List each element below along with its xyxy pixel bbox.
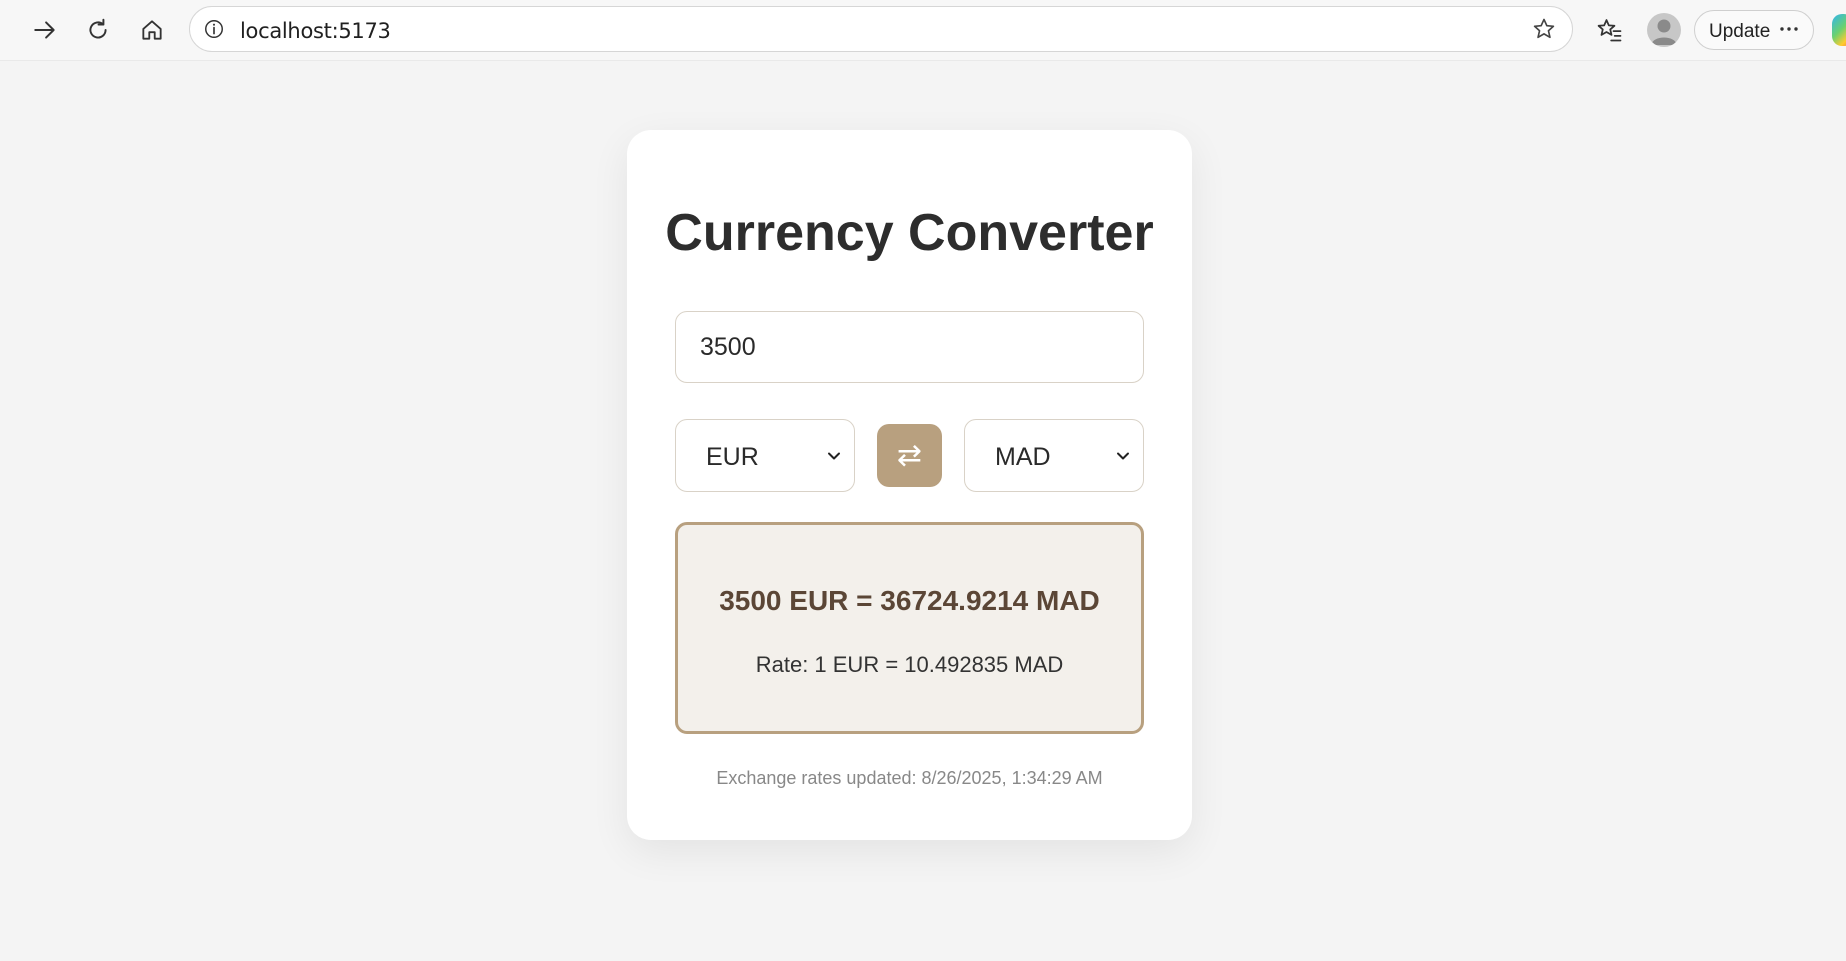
arrow-right-icon (34, 21, 55, 39)
info-icon[interactable] (202, 17, 226, 41)
from-currency-value: EUR (706, 443, 759, 471)
chevron-down-icon (1117, 452, 1129, 460)
to-currency-select[interactable]: MAD (964, 419, 1144, 492)
from-currency-select[interactable]: EUR (675, 419, 855, 492)
browser-toolbar: localhost:5173 Update (0, 0, 1846, 61)
swap-icon: ⇄ (896, 439, 923, 472)
more-dots-icon[interactable] (1777, 17, 1801, 41)
reload-icon (89, 18, 107, 39)
update-button[interactable]: Update (1694, 10, 1814, 50)
result-panel (675, 522, 1144, 734)
home-icon (142, 20, 162, 40)
home-button[interactable] (132, 10, 172, 50)
profile-avatar-icon[interactable] (1647, 13, 1681, 47)
page-title: Currency Converter (665, 204, 1154, 262)
rates-updated-note: Exchange rates updated: 8/26/2025, 1:34:… (716, 768, 1103, 788)
address-bar[interactable]: localhost:5173 (189, 6, 1573, 52)
amount-input[interactable] (675, 311, 1144, 383)
address-url[interactable]: localhost:5173 (240, 19, 391, 43)
update-label: Update (1709, 21, 1771, 42)
to-currency-value: MAD (995, 443, 1051, 471)
favorites-list-icon (1597, 19, 1622, 42)
reload-button[interactable] (78, 10, 118, 50)
copilot-icon[interactable] (1832, 14, 1846, 46)
swap-button[interactable]: ⇄ (877, 424, 942, 487)
forward-button[interactable] (25, 10, 65, 50)
favorites-button[interactable] (1590, 10, 1630, 50)
conversion-result: 3500 EUR = 36724.9214 MAD (719, 585, 1100, 616)
exchange-rate: Rate: 1 EUR = 10.492835 MAD (755, 652, 1064, 677)
chevron-down-icon (828, 452, 840, 460)
star-icon[interactable] (1530, 15, 1558, 43)
